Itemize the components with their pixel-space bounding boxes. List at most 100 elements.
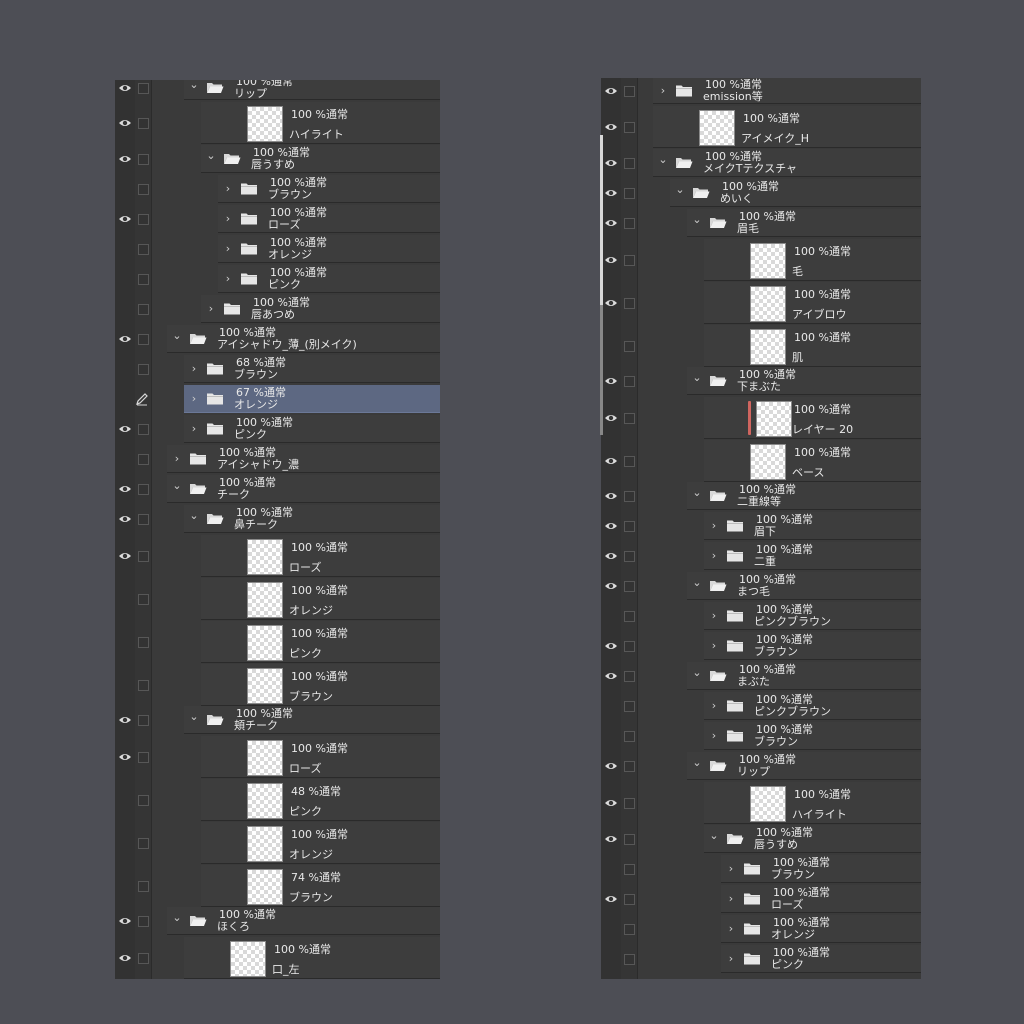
chevron-right-icon[interactable]: ›	[709, 700, 719, 711]
lock-checkbox[interactable]	[138, 364, 149, 375]
layer-folder-row[interactable]: ⌄ 100 %通常 リップ	[115, 80, 440, 100]
chevron-right-icon[interactable]: ›	[726, 893, 736, 904]
lock-checkbox[interactable]	[138, 594, 149, 605]
chevron-right-icon[interactable]: ›	[709, 610, 719, 621]
layer-row[interactable]: 100 %通常 ローズ	[115, 535, 440, 577]
lock-checkbox[interactable]	[138, 514, 149, 525]
chevron-down-icon[interactable]: ⌄	[189, 711, 199, 722]
layer-folder-row[interactable]: ⌄ 100 %通常 眉毛	[601, 209, 921, 237]
eye-icon[interactable]	[118, 514, 132, 524]
layer-row[interactable]: 74 %通常 ブラウン	[115, 865, 440, 907]
eye-icon[interactable]	[604, 298, 618, 308]
layer-folder-row[interactable]: › 100 %通常 ブラウン	[115, 175, 440, 203]
chevron-right-icon[interactable]: ›	[206, 303, 216, 314]
layer-folder-row[interactable]: › 100 %通常 ピンク	[115, 265, 440, 293]
eye-icon[interactable]	[118, 551, 132, 561]
layer-row[interactable]: 100 %通常 オレンジ	[115, 822, 440, 864]
lock-checkbox[interactable]	[138, 244, 149, 255]
layer-folder-row[interactable]: ⌄ 100 %通常 鼻チーク	[115, 505, 440, 533]
lock-checkbox[interactable]	[624, 894, 635, 905]
chevron-right-icon[interactable]: ›	[172, 453, 182, 464]
layer-folder-row[interactable]: › 100 %通常 オレンジ	[115, 235, 440, 263]
layer-folder-row[interactable]: ⌄ 100 %通常 メイクTテクスチャ	[601, 149, 921, 177]
lock-checkbox[interactable]	[138, 916, 149, 927]
layer-thumbnail[interactable]	[247, 106, 283, 142]
eye-icon[interactable]	[604, 86, 618, 96]
layer-body[interactable]	[167, 445, 440, 473]
lock-checkbox[interactable]	[624, 86, 635, 97]
chevron-right-icon[interactable]: ›	[189, 363, 199, 374]
layer-thumbnail[interactable]	[247, 582, 283, 618]
eye-icon[interactable]	[604, 188, 618, 198]
layer-folder-row[interactable]: ⌄ 100 %通常 まつ毛	[601, 572, 921, 600]
lock-checkbox[interactable]	[138, 83, 149, 94]
layer-folder-row[interactable]: ⌄ 100 %通常 アイシャドウ_薄_(別メイク)	[115, 325, 440, 353]
lock-checkbox[interactable]	[624, 456, 635, 467]
layer-folder-row[interactable]: ⌄ 100 %通常 下まぶた	[601, 367, 921, 395]
chevron-down-icon[interactable]: ⌄	[692, 372, 702, 383]
lock-checkbox[interactable]	[624, 521, 635, 532]
lock-checkbox[interactable]	[624, 761, 635, 772]
lock-checkbox[interactable]	[624, 298, 635, 309]
eye-icon[interactable]	[604, 641, 618, 651]
layer-row[interactable]: 100 %通常 ハイライト	[115, 102, 440, 144]
eye-icon[interactable]	[604, 255, 618, 265]
eye-icon[interactable]	[604, 456, 618, 466]
chevron-down-icon[interactable]: ⌄	[692, 757, 702, 768]
chevron-right-icon[interactable]: ›	[223, 273, 233, 284]
chevron-right-icon[interactable]: ›	[658, 85, 668, 96]
chevron-down-icon[interactable]: ⌄	[172, 330, 182, 341]
lock-checkbox[interactable]	[624, 611, 635, 622]
layer-thumbnail[interactable]	[750, 286, 786, 322]
layer-folder-row[interactable]: › 100 %通常 オレンジ	[601, 915, 921, 943]
chevron-right-icon[interactable]: ›	[223, 183, 233, 194]
chevron-down-icon[interactable]: ⌄	[189, 80, 199, 90]
eye-icon[interactable]	[604, 761, 618, 771]
layer-row[interactable]: 100 %通常 口_左	[115, 937, 440, 979]
chevron-down-icon[interactable]: ⌄	[172, 912, 182, 923]
layer-folder-row[interactable]: › 100 %通常 ピンク	[601, 945, 921, 973]
layer-row[interactable]: 100 %通常 ベース	[601, 440, 921, 482]
lock-checkbox[interactable]	[138, 118, 149, 129]
lock-checkbox[interactable]	[138, 184, 149, 195]
eye-icon[interactable]	[604, 218, 618, 228]
layer-row[interactable]: 100 %通常 アイメイク_H	[601, 106, 921, 148]
eye-icon[interactable]	[604, 413, 618, 423]
layer-folder-row[interactable]: › 100 %通常 二重	[601, 542, 921, 570]
layer-thumbnail[interactable]	[750, 444, 786, 480]
chevron-right-icon[interactable]: ›	[709, 550, 719, 561]
lock-checkbox[interactable]	[624, 188, 635, 199]
layer-folder-row[interactable]: ⌄ 100 %通常 チーク	[115, 475, 440, 503]
lock-checkbox[interactable]	[624, 864, 635, 875]
layer-folder-row[interactable]: › 100 %通常 ローズ	[601, 885, 921, 913]
layer-thumbnail[interactable]	[750, 786, 786, 822]
layer-thumbnail[interactable]	[750, 329, 786, 365]
chevron-down-icon[interactable]: ⌄	[675, 184, 685, 195]
chevron-right-icon[interactable]: ›	[709, 520, 719, 531]
lock-checkbox[interactable]	[138, 484, 149, 495]
chevron-right-icon[interactable]: ›	[726, 863, 736, 874]
lock-checkbox[interactable]	[624, 158, 635, 169]
layer-thumbnail[interactable]	[756, 401, 792, 437]
lock-checkbox[interactable]	[138, 214, 149, 225]
layer-thumbnail[interactable]	[230, 941, 266, 977]
scrollbar-track[interactable]	[600, 305, 603, 435]
layer-folder-row[interactable]: › 100 %通常 アイシャドウ_濃	[115, 445, 440, 473]
eye-icon[interactable]	[604, 834, 618, 844]
lock-checkbox[interactable]	[138, 795, 149, 806]
lock-checkbox[interactable]	[624, 924, 635, 935]
lock-checkbox[interactable]	[138, 454, 149, 465]
lock-checkbox[interactable]	[624, 218, 635, 229]
layer-row[interactable]: 100 %通常肌	[601, 325, 921, 367]
lock-checkbox[interactable]	[624, 491, 635, 502]
eye-icon[interactable]	[604, 521, 618, 531]
layer-body[interactable]	[653, 78, 921, 104]
lock-checkbox[interactable]	[624, 731, 635, 742]
layer-thumbnail[interactable]	[247, 826, 283, 862]
lock-checkbox[interactable]	[138, 637, 149, 648]
eye-icon[interactable]	[604, 491, 618, 501]
layer-folder-row[interactable]: › 100 %通常 ピンクブラウン	[601, 602, 921, 630]
layer-folder-row[interactable]: ⌄ 100 %通常 ほくろ	[115, 907, 440, 935]
eye-icon[interactable]	[118, 752, 132, 762]
eye-icon[interactable]	[604, 376, 618, 386]
